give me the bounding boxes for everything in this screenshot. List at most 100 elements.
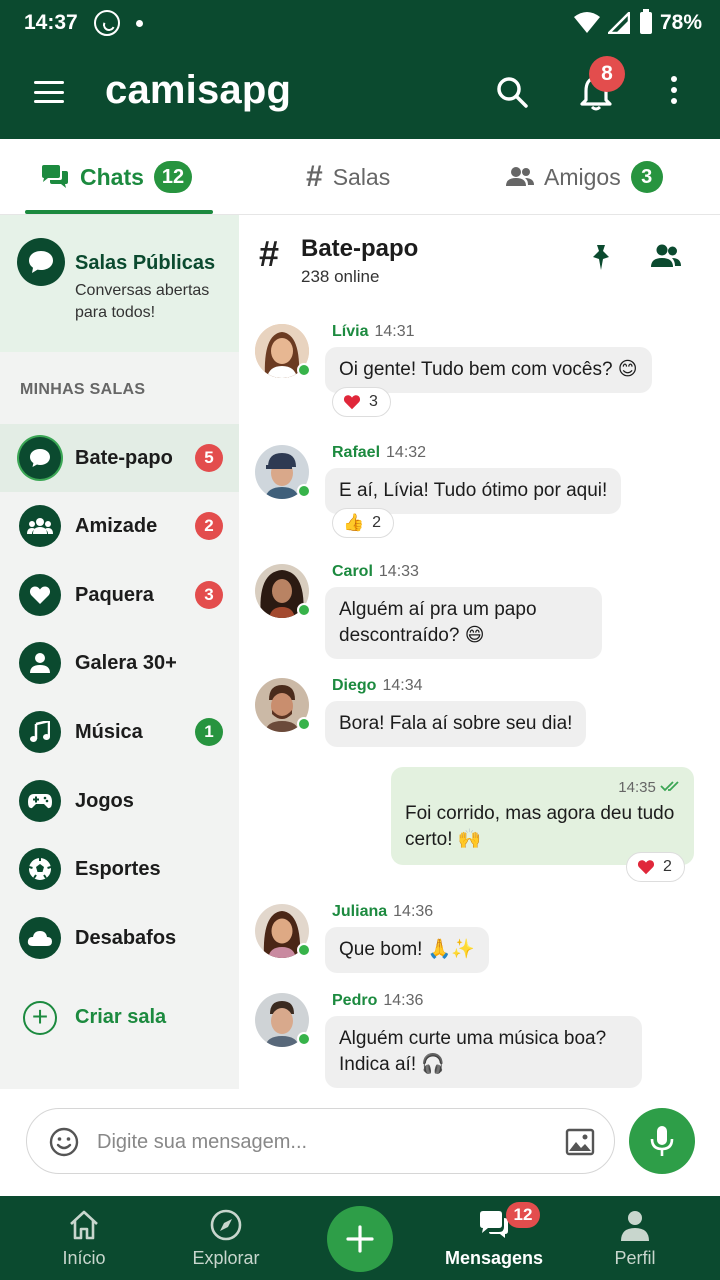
own-message-text: Foi corrido, mas agora deu tudo certo! 🙌 [405,803,675,850]
reaction-chip[interactable]: 3 [332,387,391,417]
thumbs-up-reaction-icon: 👍 [343,513,365,532]
online-indicator [297,943,311,957]
sender-line: Diego 14:34 [332,677,423,695]
tab-chats[interactable]: Chats 12 [40,139,193,215]
notification-badge: 8 [589,56,625,92]
room-item-galera-30[interactable]: Galera 30+ [0,629,239,697]
avatar[interactable] [255,564,311,618]
message-input-wrapper [26,1108,615,1174]
message-bubble[interactable]: Alguém aí pra um papo descontraído? 😄 [325,587,602,659]
online-indicator [297,363,311,377]
app-bar: camisapg 8 [0,46,720,139]
sender-line: Juliana 14:36 [332,903,433,921]
tab-bar: Chats 12 # Salas Amigos 3 [0,139,720,215]
person-icon [19,642,61,684]
room-badge: 2 [195,512,223,540]
whatsapp-icon [93,10,120,36]
chat-title: Bate-papo [301,235,419,262]
create-room-label: Criar sala [75,1006,167,1028]
room-item-desabafos[interactable]: Desabafos [0,904,239,972]
sender-line: Lívia 14:31 [332,323,415,341]
tab-chats-label: Chats [80,163,144,190]
members-icon[interactable] [651,243,681,269]
channel-hash-icon: # [259,233,280,274]
room-item-bate-papo[interactable]: Bate-papo 5 [0,424,239,492]
message-composer [0,1089,720,1196]
tab-amigos-label: Amigos [544,163,621,190]
reaction-chip[interactable]: 2 [626,852,685,882]
double-check-icon [660,781,679,792]
status-bar: 14:37 78% [0,0,720,46]
room-badge: 3 [195,581,223,609]
room-item-jogos[interactable]: Jogos [0,767,239,835]
message-input[interactable] [97,1127,537,1157]
chats-icon [42,165,68,188]
create-room-button[interactable]: + Criar sala [0,998,239,1038]
room-label: Paquera [75,583,154,606]
room-item-paquera[interactable]: Paquera 3 [0,561,239,629]
avatar[interactable] [255,445,311,499]
room-item-amizade[interactable]: Amizade 2 [0,492,239,560]
gamepad-icon [19,780,61,822]
message-time: 14:32 [386,444,427,461]
room-item-musica[interactable]: Música 1 [0,698,239,766]
nav-explorar[interactable]: Explorar [176,1196,276,1280]
online-indicator [297,1032,311,1046]
plus-circle-icon: + [23,1001,57,1035]
room-label: Desabafos [75,926,177,949]
tab-amigos[interactable]: Amigos 3 [506,139,663,215]
group-icon [19,505,61,547]
rooms-sidebar: Salas Públicas Conversas abertas para to… [0,215,239,1089]
message-bubble[interactable]: Que bom! 🙏✨ [325,927,490,973]
public-rooms-card[interactable]: Salas Públicas Conversas abertas para to… [0,215,239,352]
avatar[interactable] [255,993,311,1047]
avatar[interactable] [255,324,311,378]
search-icon[interactable] [496,76,528,108]
room-label: Esportes [75,857,161,880]
public-chat-icon [17,238,65,286]
reaction-count: 2 [663,858,672,875]
reaction-count: 3 [369,393,378,410]
room-item-esportes[interactable]: Esportes [0,835,239,903]
message-time: 14:31 [374,323,415,340]
reaction-chip[interactable]: 👍 2 [332,508,395,538]
tab-amigos-badge: 3 [630,161,663,193]
nav-label: Início [62,1248,106,1268]
battery-level: 78% [659,11,702,34]
sender-name: Carol [332,563,373,580]
public-rooms-subtitle: Conversas abertas para todos! [75,282,210,321]
message-bubble[interactable]: Bora! Fala aí sobre seu dia! [325,701,587,747]
menu-icon[interactable] [34,81,64,103]
image-attach-icon[interactable] [565,1128,595,1156]
avatar[interactable] [255,678,311,732]
nav-perfil[interactable]: Perfil [590,1196,680,1280]
sender-name: Diego [332,677,377,694]
message-time: 14:34 [382,677,423,694]
reaction-count: 2 [372,514,382,531]
online-indicator [297,484,311,498]
room-badge: 1 [195,718,223,746]
heart-reaction-icon [637,860,655,875]
signal-icon [607,12,630,34]
status-time: 14:37 [24,11,78,34]
hash-icon: # [306,160,323,193]
profile-icon [621,1211,649,1241]
tab-salas[interactable]: # Salas [306,139,390,215]
room-label: Música [75,720,143,743]
new-post-button[interactable] [327,1206,393,1272]
avatar[interactable] [255,904,311,958]
message-bubble[interactable]: Alguém curte uma música boa? Indica aí! … [325,1016,642,1088]
public-rooms-title: Salas Públicas [75,252,216,274]
pin-icon[interactable] [588,243,614,271]
more-options-icon[interactable] [671,76,679,108]
my-rooms-label: MINHAS SALAS [20,381,146,398]
sender-name: Juliana [332,903,388,920]
message-time: 14:35 [618,779,656,796]
nav-inicio[interactable]: Início [38,1196,130,1280]
mic-button[interactable] [629,1108,695,1174]
sender-name: Rafael [332,444,381,461]
message-time: 14:33 [378,563,419,580]
message-time: 14:36 [393,903,434,920]
own-message-bubble[interactable]: 14:35 Foi corrido, mas agora deu tudo ce… [391,767,694,865]
emoji-icon[interactable] [49,1127,79,1157]
